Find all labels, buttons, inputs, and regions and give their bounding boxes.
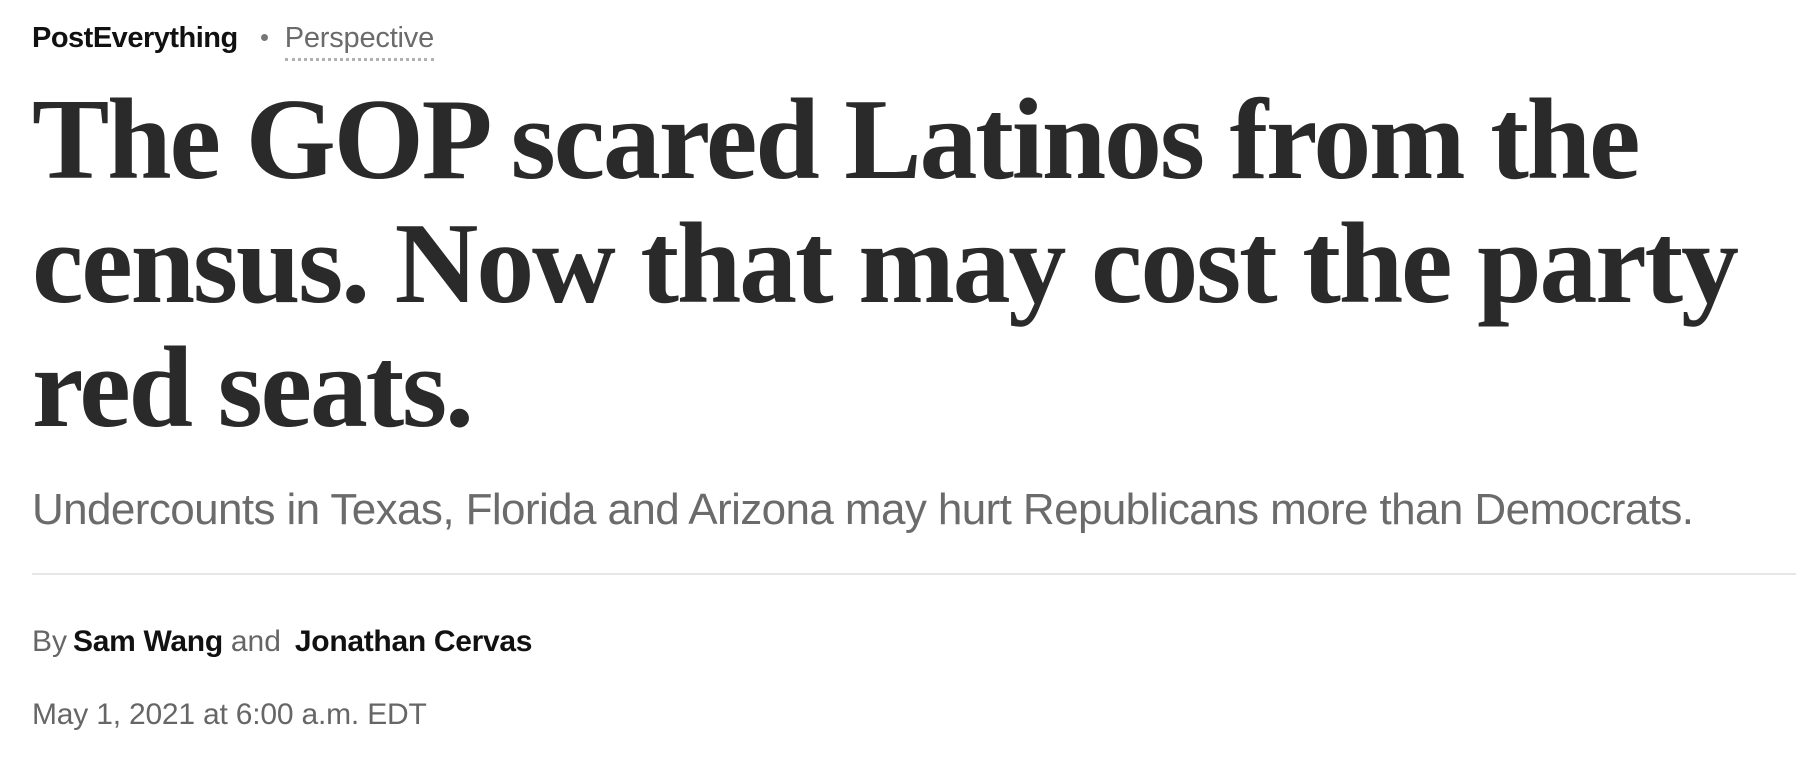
headline: The GOP scared Latinos from the census. … — [32, 76, 1739, 452]
author-link-jonathan-cervas[interactable]: Jonathan Cervas — [295, 625, 533, 658]
byline-conjunction: and — [230, 625, 281, 658]
separator-dot-icon — [260, 34, 268, 41]
author-link-sam-wang[interactable]: Sam Wang — [73, 625, 223, 658]
byline-prefix: By — [32, 625, 68, 658]
perspective-label[interactable]: Perspective — [284, 22, 434, 61]
publish-timestamp: May 1, 2021 at 6:00 a.m. EDT — [32, 698, 427, 731]
kicker: PostEverything Perspective — [32, 22, 434, 64]
section-link[interactable]: PostEverything — [32, 22, 238, 55]
byline: By Sam Wang and Jonathan Cervas — [32, 620, 532, 664]
divider — [32, 573, 1796, 575]
subheadline: Undercounts in Texas, Florida and Arizon… — [32, 485, 1694, 534]
